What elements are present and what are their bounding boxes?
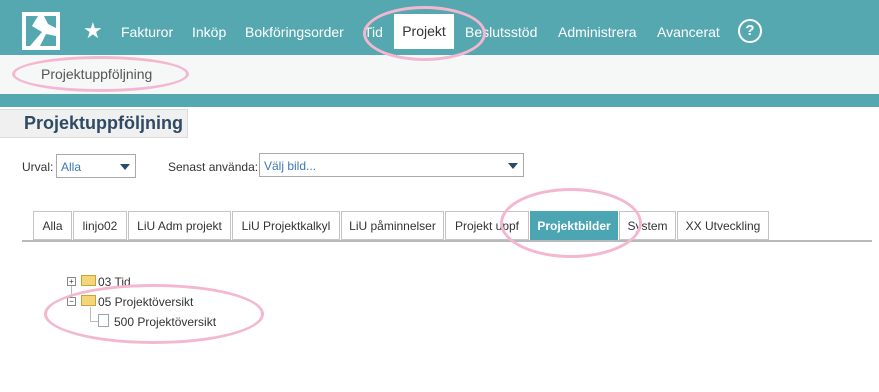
highlight-ring-tree (44, 284, 264, 344)
folder-icon (81, 275, 96, 286)
senast-anvanda-select[interactable]: Välj bild... (259, 153, 524, 177)
tab-divider (22, 240, 872, 242)
dropdown-caret-icon (120, 164, 130, 170)
tab-liu-paminnelser[interactable]: LiU påminnelser (341, 211, 444, 240)
nav-inkop[interactable]: Inköp (192, 23, 226, 41)
tab-liu-projektkalkyl[interactable]: LiU Projektkalkyl (232, 211, 340, 240)
tab-alla[interactable]: Alla (33, 211, 72, 240)
tab-linjo02[interactable]: linjo02 (73, 211, 127, 240)
nav-avancerat[interactable]: Avancerat (657, 23, 720, 41)
dropdown-caret-icon (508, 163, 518, 169)
nav-tid[interactable]: Tid (364, 23, 383, 41)
tab-liu-adm-projekt[interactable]: LiU Adm projekt (128, 211, 231, 240)
urval-label: Urval: (22, 160, 54, 174)
nav-projekt[interactable]: Projekt (394, 14, 454, 49)
urval-value: Alla (61, 160, 82, 174)
nav-administrera[interactable]: Administrera (558, 23, 637, 41)
urval-select[interactable]: Alla (56, 154, 136, 178)
app-logo-icon[interactable] (22, 12, 60, 50)
nav-bokforingsorder[interactable]: Bokföringsorder (245, 23, 344, 41)
nav-fakturor[interactable]: Fakturor (121, 23, 173, 41)
page-title-box: Projektuppföljning (0, 109, 188, 138)
senast-anvanda-value: Välj bild... (264, 159, 317, 173)
tree-node-03-tid[interactable]: 03 Tid (98, 275, 131, 289)
tab-xx-utveckling[interactable]: XX Utveckling (677, 211, 769, 240)
tab-system[interactable]: System (619, 211, 676, 240)
senast-anvanda-label: Senast använda: (168, 160, 259, 174)
tab-projekt-uppf[interactable]: Projekt uppf (445, 211, 529, 240)
tree-node-05-projektoversikt[interactable]: 05 Projektöversikt (98, 295, 193, 309)
tree-expand-icon[interactable]: + (67, 277, 76, 286)
tree-collapse-icon[interactable]: − (67, 297, 76, 306)
document-icon (98, 314, 109, 327)
favorites-star-icon[interactable]: ★ (83, 19, 103, 43)
help-icon[interactable]: ? (738, 19, 762, 43)
tree-connector (90, 321, 98, 322)
nav-beslutsstod[interactable]: Beslutsstöd (465, 23, 537, 41)
subnav-projektuppfoljning[interactable]: Projektuppföljning (41, 66, 152, 82)
tree-leaf-500-projektoversikt[interactable]: 500 Projektöversikt (114, 315, 216, 329)
tree-connector (90, 307, 91, 321)
page-title: Projektuppföljning (24, 113, 183, 133)
tab-projektbilder[interactable]: Projektbilder (530, 211, 618, 240)
folder-icon (81, 295, 96, 306)
